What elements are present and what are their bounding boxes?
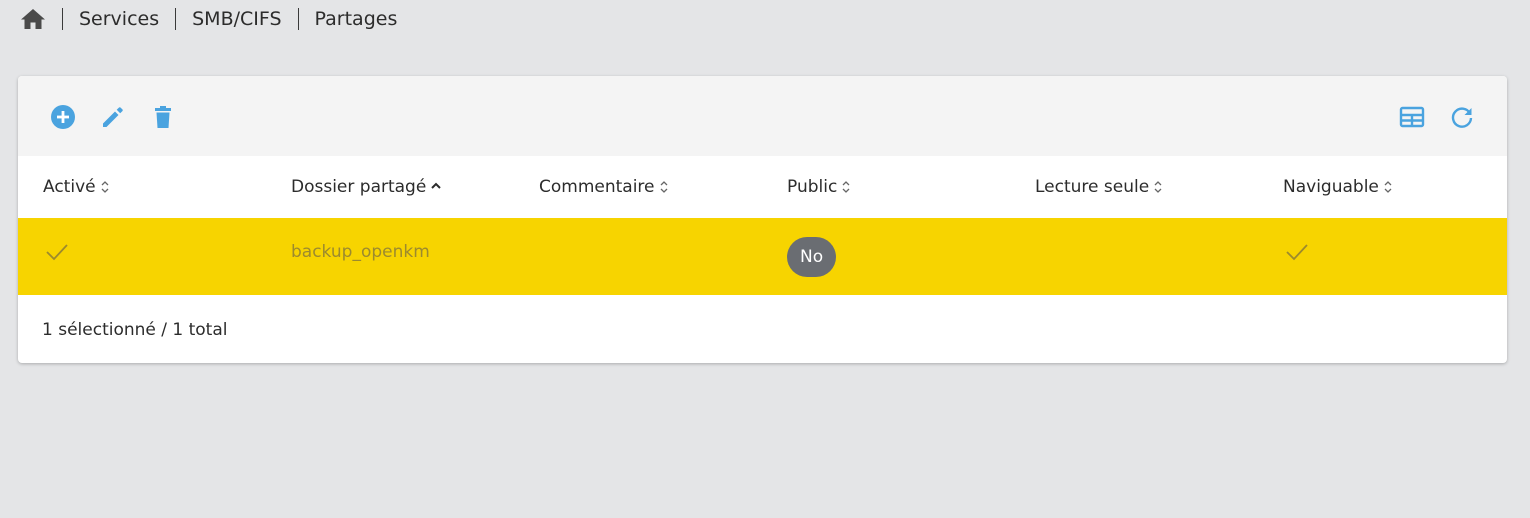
- cell-public: No: [787, 218, 837, 295]
- column-header-label: Dossier partagé: [291, 177, 427, 197]
- refresh-button[interactable]: [1447, 102, 1477, 132]
- table-columns-icon: [1399, 106, 1425, 128]
- pencil-icon: [103, 107, 123, 127]
- add-button[interactable]: [48, 102, 78, 132]
- column-header-label: Activé: [43, 177, 96, 197]
- table-toolbar: [18, 76, 1507, 156]
- trash-icon: [155, 106, 171, 128]
- check-icon: [1286, 243, 1308, 260]
- cell-browsable: [1285, 218, 1309, 295]
- sort-icon: [659, 180, 669, 194]
- delete-button[interactable]: [148, 102, 178, 132]
- column-header-label: Public: [787, 177, 838, 197]
- column-header-active[interactable]: Activé: [43, 156, 110, 218]
- sort-icon: [841, 180, 851, 194]
- breadcrumb-separator: [297, 8, 299, 30]
- cell-active: [45, 218, 69, 295]
- breadcrumb-separator: [175, 8, 177, 30]
- table-row[interactable]: backup_openkm No: [18, 218, 1507, 295]
- check-icon: [46, 243, 68, 260]
- breadcrumb-separator: [62, 8, 63, 30]
- sort-icon: [1383, 180, 1393, 194]
- shared-folder-name: backup_openkm: [291, 241, 430, 262]
- column-header-label: Commentaire: [539, 177, 655, 197]
- home-icon[interactable]: [20, 6, 46, 32]
- sort-ascending-icon: [430, 180, 442, 194]
- columns-button[interactable]: [1397, 102, 1427, 132]
- column-header-public[interactable]: Public: [787, 156, 851, 218]
- edit-button[interactable]: [98, 102, 128, 132]
- breadcrumb-item-partages: Partages: [314, 8, 398, 30]
- column-header-comment[interactable]: Commentaire: [539, 156, 669, 218]
- add-circle-icon: [51, 105, 75, 129]
- shares-table-card: Activé Dossier partagé Commentaire Publi…: [18, 76, 1507, 363]
- breadcrumb-item-smb-cifs[interactable]: SMB/CIFS: [192, 8, 281, 30]
- sort-icon: [100, 180, 110, 194]
- column-header-label: Lecture seule: [1035, 177, 1150, 197]
- breadcrumb-item-services[interactable]: Services: [79, 8, 159, 30]
- selection-status: 1 sélectionné / 1 total: [42, 319, 228, 340]
- sort-icon: [1153, 180, 1163, 194]
- status-badge: No: [787, 236, 837, 277]
- table-footer: 1 sélectionné / 1 total: [18, 296, 1507, 363]
- cell-shared-folder: backup_openkm: [291, 218, 430, 295]
- column-header-shared-folder[interactable]: Dossier partagé: [291, 156, 442, 218]
- column-header-read-only[interactable]: Lecture seule: [1035, 156, 1163, 218]
- column-header-browsable[interactable]: Naviguable: [1283, 156, 1393, 218]
- breadcrumb: Services SMB/CIFS Partages: [20, 6, 397, 32]
- refresh-icon: [1451, 107, 1473, 128]
- column-header-label: Naviguable: [1283, 177, 1379, 197]
- table-header: Activé Dossier partagé Commentaire Publi…: [18, 156, 1507, 219]
